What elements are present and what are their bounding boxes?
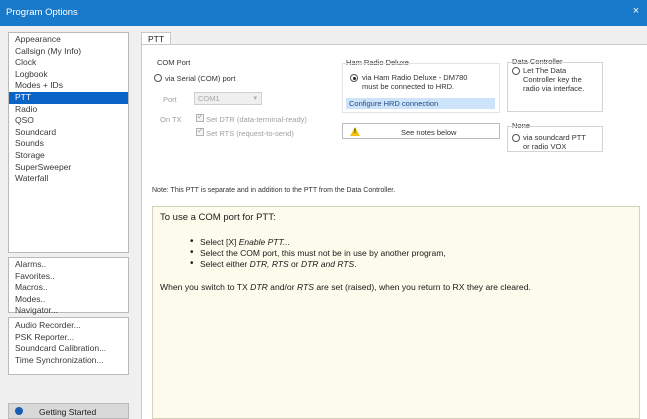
- nav-item-radio[interactable]: Radio: [9, 104, 128, 116]
- nav-item-clock[interactable]: Clock: [9, 57, 128, 69]
- data-controller-radio[interactable]: [512, 67, 520, 75]
- see-notes-label: See notes below: [401, 128, 457, 137]
- dtr-label: Set DTR (data-terminal-ready): [206, 115, 307, 124]
- soundcard-vox-radio[interactable]: [512, 134, 520, 142]
- getting-started-label: Getting Started: [39, 407, 97, 417]
- info-heading: To use a COM port for PTT:: [160, 212, 276, 223]
- nav-item-soundcard[interactable]: Soundcard: [9, 127, 128, 139]
- nav-item-waterfall[interactable]: Waterfall: [9, 173, 128, 185]
- data-controller-line1: Let The Data: [523, 66, 567, 75]
- nav-item-audio-recorder[interactable]: Audio Recorder...: [9, 320, 128, 332]
- settings-nav-list: Appearance Callsign (My Info) Clock Logb…: [8, 32, 129, 253]
- warning-icon: !: [350, 127, 360, 136]
- nav-item-sounds[interactable]: Sounds: [9, 138, 128, 150]
- port-select[interactable]: COM1 ▾: [194, 92, 262, 105]
- nav-item-favorites[interactable]: Favorites..: [9, 271, 128, 283]
- nav-item-soundcard-calibration[interactable]: Soundcard Calibration...: [9, 343, 128, 355]
- rts-checkbox[interactable]: [196, 126, 204, 136]
- configure-hrd-button[interactable]: Configure HRD connection: [346, 98, 495, 109]
- info-bullet-2: Select the COM port, this must not be in…: [190, 247, 446, 258]
- nav-item-supersweeper[interactable]: SuperSweeper: [9, 162, 128, 174]
- nav-item-modes[interactable]: Modes..: [9, 294, 128, 306]
- info-bullet-3: Select either DTR, RTS or DTR and RTS.: [190, 258, 357, 269]
- com-port-radio[interactable]: [154, 74, 162, 82]
- com-port-radio-label: via Serial (COM) port: [165, 74, 236, 83]
- nav-item-callsign[interactable]: Callsign (My Info): [9, 46, 128, 58]
- nav-item-macros[interactable]: Macros..: [9, 282, 128, 294]
- ptt-note: Note: This PTT is separate and in additi…: [152, 187, 396, 194]
- sidebar: Appearance Callsign (My Info) Clock Logb…: [0, 26, 137, 419]
- hrd-radio[interactable]: [350, 74, 358, 82]
- none-line1: via soundcard PTT: [523, 133, 586, 142]
- dtr-checkbox[interactable]: [196, 112, 204, 122]
- window-title: Program Options: [6, 7, 78, 18]
- nav-item-alarms[interactable]: Alarms..: [9, 259, 128, 271]
- nav-item-storage[interactable]: Storage: [9, 150, 128, 162]
- info-footer: When you switch to TX DTR and/or RTS are…: [160, 282, 531, 292]
- nav-item-modes-ids[interactable]: Modes + IDs: [9, 80, 128, 92]
- hrd-radio-line2: must be connected to HRD.: [362, 82, 455, 91]
- nav-item-logbook[interactable]: Logbook: [9, 69, 128, 81]
- rts-label: Set RTS (request-to-send): [206, 129, 294, 138]
- nav-item-time-synchronization[interactable]: Time Synchronization...: [9, 355, 128, 367]
- close-icon[interactable]: ×: [629, 4, 643, 18]
- nav-item-ptt[interactable]: PTT: [9, 91, 128, 104]
- see-notes-button[interactable]: ! See notes below: [342, 123, 500, 139]
- data-controller-line3: radio via interface.: [523, 84, 585, 93]
- hrd-radio-line1: via Ham Radio Deluxe - DM780: [362, 73, 468, 82]
- port-select-value: COM1: [198, 94, 220, 103]
- nav-item-psk-reporter[interactable]: PSK Reporter...: [9, 332, 128, 344]
- getting-started-button[interactable]: Getting Started: [8, 403, 129, 419]
- nav-item-appearance[interactable]: Appearance: [9, 34, 128, 46]
- port-label: Port: [163, 95, 177, 104]
- data-controller-line2: Controller key the: [523, 75, 582, 84]
- nav-item-qso[interactable]: QSO: [9, 115, 128, 127]
- title-bar: Program Options ×: [0, 0, 647, 26]
- none-line2: or radio VOX: [523, 142, 567, 151]
- help-info-box: To use a COM port for PTT: Select [X] En…: [152, 206, 640, 419]
- utilities-nav-list: Audio Recorder... PSK Reporter... Soundc…: [8, 317, 129, 375]
- on-tx-label: On TX: [160, 115, 182, 124]
- chevron-down-icon: ▾: [253, 95, 257, 102]
- info-bullet-1: Select [X] Enable PTT...: [190, 236, 290, 247]
- help-icon: [15, 407, 23, 415]
- tools-nav-list: Alarms.. Favorites.. Macros.. Modes.. Na…: [8, 257, 129, 315]
- nav-item-navigator[interactable]: Navigator...: [9, 305, 128, 317]
